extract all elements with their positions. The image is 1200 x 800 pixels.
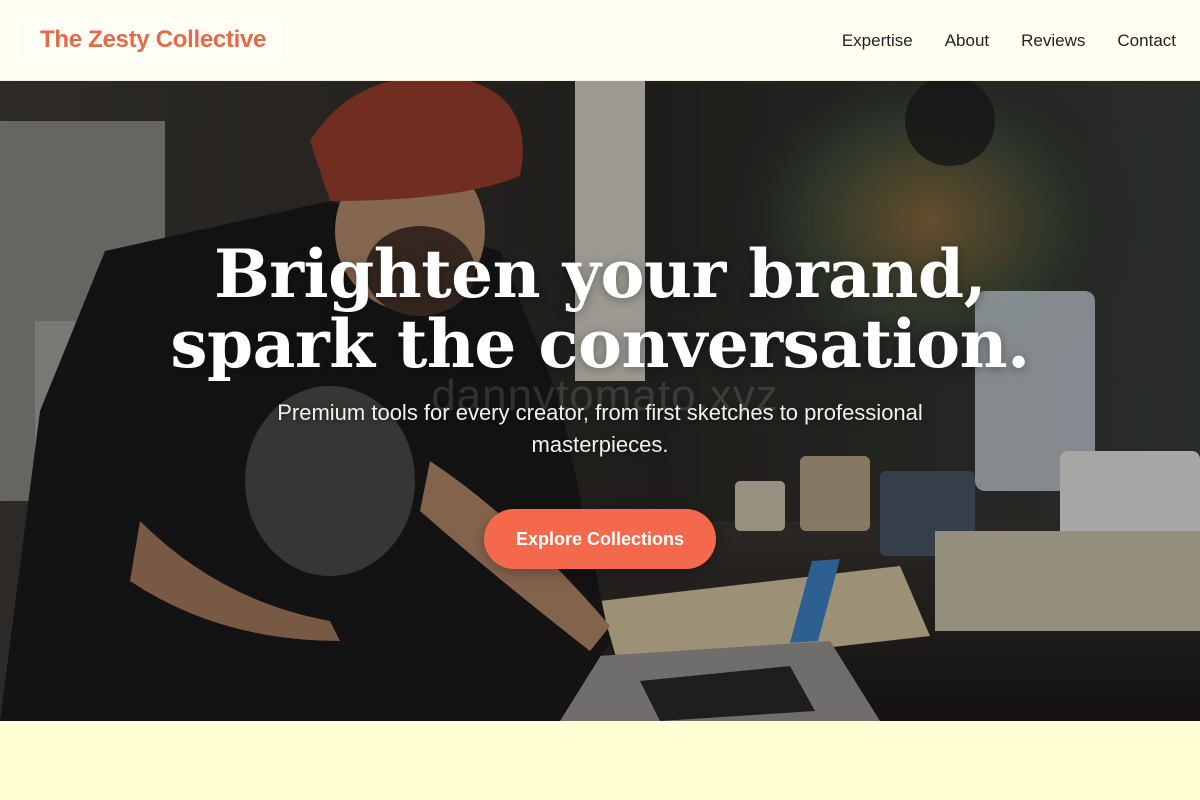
hero-title: Brighten your brand, spark the conversat… <box>0 239 1200 379</box>
nav-link-reviews[interactable]: Reviews <box>1021 31 1085 51</box>
hero-title-line2: spark the conversation. <box>170 305 1030 383</box>
hero-subtitle: Premium tools for every creator, from fi… <box>277 400 923 457</box>
nav-link-expertise[interactable]: Expertise <box>842 31 913 51</box>
nav-link-about[interactable]: About <box>945 31 989 51</box>
hero-title-line1: Brighten your brand, <box>213 235 987 313</box>
top-navbar: The Zesty Collective Expertise About Rev… <box>0 0 1200 81</box>
main-nav: Expertise About Reviews Contact <box>842 0 1176 81</box>
explore-collections-button[interactable]: Explore Collections <box>484 509 716 569</box>
nav-link-contact[interactable]: Contact <box>1117 31 1176 51</box>
hero-content: Brighten your brand, spark the conversat… <box>0 239 1200 569</box>
brand-logo-link[interactable]: The Zesty Collective <box>24 14 283 66</box>
hero-section: dannytomato.xyz Brighten your brand, spa… <box>0 81 1200 721</box>
next-section <box>0 721 1200 800</box>
